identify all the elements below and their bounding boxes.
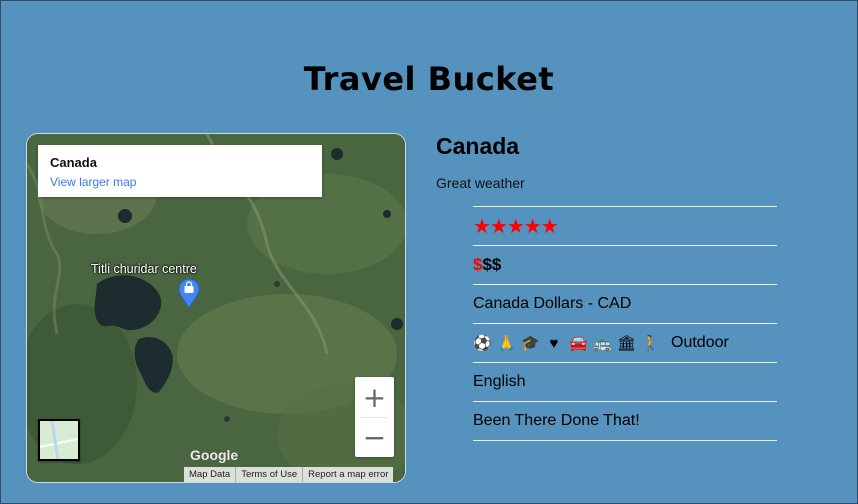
activities-row: ⚽ 🙏 🎓 ♥ 🚘 🚌 🏛 🚶 Outdoor: [473, 323, 777, 362]
map-type-toggle[interactable]: [38, 419, 80, 461]
cost-row: $$$: [473, 245, 777, 284]
currency-row: Canada Dollars - CAD: [473, 284, 777, 323]
shopping-bag-pin-icon[interactable]: [178, 279, 200, 309]
museum-icon: 🏛: [617, 335, 637, 352]
graduation-cap-icon: 🎓: [521, 335, 540, 352]
star-rating: ★★★★★: [473, 215, 559, 238]
map-zoom-control: + −: [355, 377, 394, 457]
currency-text: Canada Dollars - CAD: [473, 295, 632, 312]
destination-description: Great weather: [436, 175, 525, 191]
embedded-map[interactable]: Canada View larger map Titli churidar ce…: [26, 133, 406, 483]
soccer-ball-icon: ⚽: [473, 335, 492, 352]
car-icon: 🚘: [569, 335, 588, 352]
zoom-out-button[interactable]: −: [355, 417, 394, 457]
rating-row: ★★★★★: [473, 206, 777, 245]
zoom-in-button[interactable]: +: [355, 377, 394, 417]
page-title: Travel Bucket: [303, 60, 555, 98]
language-text: English: [473, 373, 526, 390]
map-poi-label[interactable]: Titli churidar centre: [91, 262, 197, 276]
destination-details: ★★★★★ $$$ Canada Dollars - CAD ⚽ 🙏 🎓 ♥ 🚘…: [473, 206, 777, 441]
map-attribution-bar: Map Data Terms of Use Report a map error: [184, 467, 394, 482]
cost-indicator: $$$: [473, 255, 501, 275]
status-row: Been There Done That!: [473, 401, 777, 441]
language-row: English: [473, 362, 777, 401]
map-data-link[interactable]: Map Data: [184, 467, 236, 482]
map-place-name: Canada: [50, 155, 97, 170]
map-info-card: Canada View larger map: [38, 145, 322, 197]
report-map-error-link[interactable]: Report a map error: [302, 467, 394, 482]
status-text: Been There Done That!: [473, 412, 640, 429]
map-thumbnail-icon: [39, 420, 79, 460]
google-logo[interactable]: Google: [190, 447, 238, 463]
heart-icon: ♥: [549, 334, 559, 352]
terms-of-use-link[interactable]: Terms of Use: [235, 467, 303, 482]
praying-hands-icon: 🙏: [497, 335, 516, 352]
view-larger-map-link[interactable]: View larger map: [50, 175, 136, 189]
destination-name: Canada: [436, 133, 520, 159]
cost-inactive-dollars: $$: [482, 255, 502, 274]
bus-icon: 🚌: [593, 335, 612, 352]
activity-label: Outdoor: [671, 334, 729, 351]
hiker-icon: 🚶: [641, 335, 660, 352]
activity-icons: ⚽ 🙏 🎓 ♥ 🚘 🚌 🏛 🚶 Outdoor: [473, 334, 729, 352]
